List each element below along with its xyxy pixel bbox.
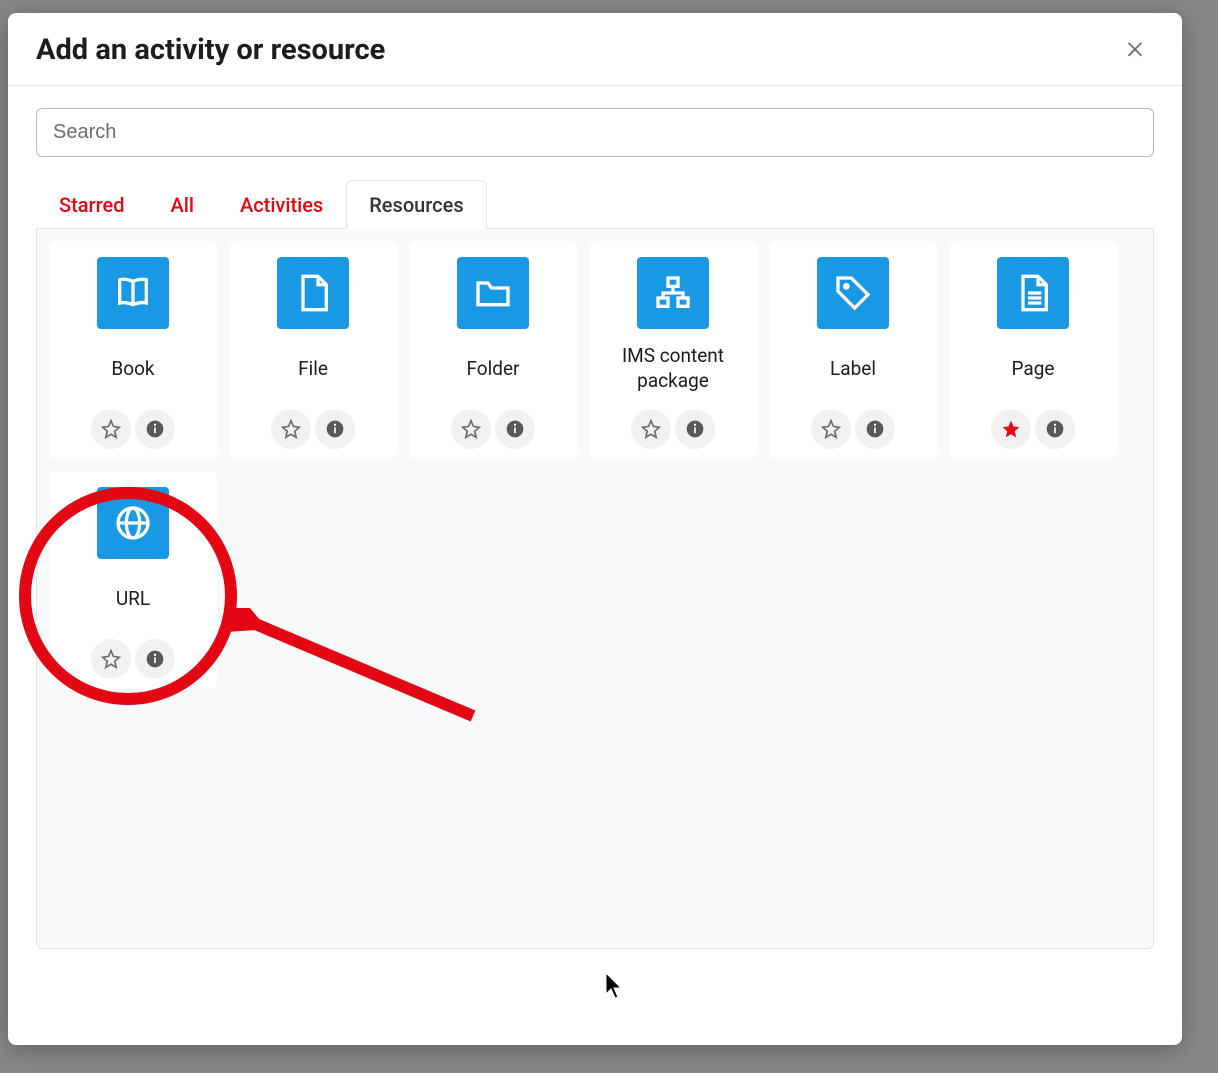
star-button[interactable] — [991, 409, 1031, 449]
resource-label: Page — [1012, 357, 1055, 382]
activity-chooser-modal: Add an activity or resource Starred All … — [8, 13, 1182, 1045]
tabs: Starred All Activities Resources — [36, 179, 1154, 229]
resource-card-ims[interactable]: IMS content package — [589, 241, 757, 459]
info-button[interactable] — [315, 409, 355, 449]
label-icon — [817, 257, 889, 329]
star-button[interactable] — [451, 409, 491, 449]
resource-card-url[interactable]: URL — [49, 471, 217, 689]
tab-starred[interactable]: Starred — [36, 180, 148, 229]
resources-grid: Book File — [49, 241, 1141, 689]
resource-label: URL — [116, 587, 150, 612]
tab-resources[interactable]: Resources — [346, 180, 486, 229]
star-button[interactable] — [271, 409, 311, 449]
tab-activities[interactable]: Activities — [217, 180, 346, 229]
info-button[interactable] — [495, 409, 535, 449]
resource-label: Folder — [467, 357, 520, 382]
resource-label: Label — [830, 357, 876, 382]
resource-card-book[interactable]: Book — [49, 241, 217, 459]
resource-label: IMS content package — [599, 344, 747, 393]
info-button[interactable] — [135, 409, 175, 449]
close-button[interactable] — [1116, 33, 1154, 67]
modal-title: Add an activity or resource — [36, 33, 385, 67]
resource-card-folder[interactable]: Folder — [409, 241, 577, 459]
globe-icon — [97, 487, 169, 559]
book-icon — [97, 257, 169, 329]
modal-header: Add an activity or resource — [8, 13, 1182, 86]
info-button[interactable] — [675, 409, 715, 449]
file-icon — [277, 257, 349, 329]
star-button[interactable] — [91, 639, 131, 679]
resource-label: File — [298, 357, 328, 382]
star-button[interactable] — [631, 409, 671, 449]
search-input[interactable] — [36, 108, 1154, 157]
resource-card-label[interactable]: Label — [769, 241, 937, 459]
resource-card-page[interactable]: Page — [949, 241, 1117, 459]
ims-icon — [637, 257, 709, 329]
star-button[interactable] — [811, 409, 851, 449]
resource-card-file[interactable]: File — [229, 241, 397, 459]
close-icon — [1124, 37, 1146, 59]
star-button[interactable] — [91, 409, 131, 449]
page-icon — [997, 257, 1069, 329]
resource-label: Book — [111, 357, 154, 382]
resources-panel: Book File — [36, 229, 1154, 949]
info-button[interactable] — [135, 639, 175, 679]
modal-body: Starred All Activities Resources Book — [8, 86, 1182, 1045]
info-button[interactable] — [855, 409, 895, 449]
tab-all[interactable]: All — [148, 180, 217, 229]
folder-icon — [457, 257, 529, 329]
info-button[interactable] — [1035, 409, 1075, 449]
